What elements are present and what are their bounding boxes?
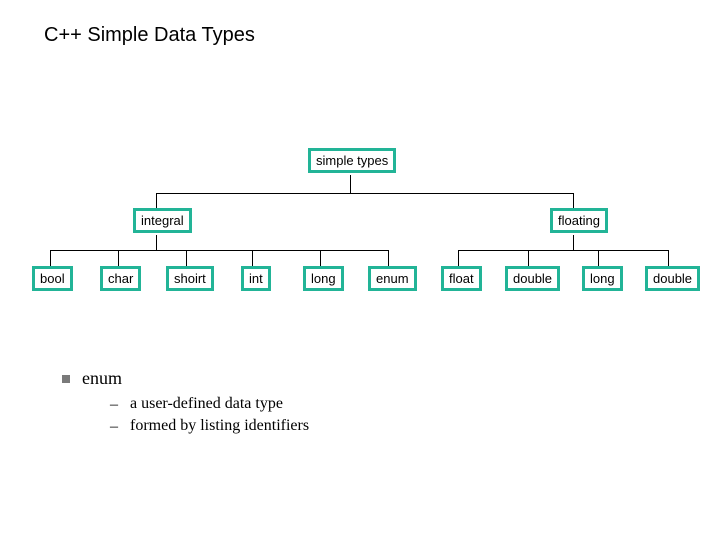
- leaf-label: enum: [371, 269, 414, 288]
- type-tree-diagram: simple types integral floating bool char…: [28, 148, 692, 308]
- leaf-label: float: [444, 269, 479, 288]
- line: [50, 250, 388, 251]
- node-leaf: enum: [368, 266, 417, 291]
- line: [320, 250, 321, 266]
- leaf-label: double: [508, 269, 557, 288]
- line: [458, 250, 459, 266]
- line: [573, 193, 574, 208]
- node-root: simple types: [308, 148, 396, 173]
- leaf-label: long: [306, 269, 341, 288]
- node-floating: floating: [550, 208, 608, 233]
- node-leaf: shoirt: [166, 266, 214, 291]
- leaf-label: long: [585, 269, 620, 288]
- line: [458, 250, 668, 251]
- node-leaf: long: [303, 266, 344, 291]
- node-integral-label: integral: [136, 211, 189, 230]
- bullet-l2-text: formed by listing identifiers: [130, 417, 309, 435]
- node-root-label: simple types: [311, 151, 393, 170]
- line: [668, 250, 669, 266]
- line: [350, 175, 351, 193]
- line: [118, 250, 119, 266]
- line: [573, 235, 574, 250]
- leaf-label: shoirt: [169, 269, 211, 288]
- node-leaf: char: [100, 266, 141, 291]
- bullet-l2-item: – formed by listing identifiers: [110, 417, 309, 437]
- line: [156, 193, 574, 194]
- leaf-label: bool: [35, 269, 70, 288]
- line: [50, 250, 51, 266]
- dash-bullet-icon: –: [110, 417, 118, 437]
- line: [156, 193, 157, 208]
- bullet-l1: enum: [62, 368, 309, 389]
- node-integral: integral: [133, 208, 192, 233]
- line: [388, 250, 389, 266]
- bullet-list: enum – a user-defined data type – formed…: [62, 368, 309, 439]
- bullet-l2-text: a user-defined data type: [130, 395, 283, 413]
- node-leaf: float: [441, 266, 482, 291]
- square-bullet-icon: [62, 375, 70, 383]
- node-leaf: int: [241, 266, 271, 291]
- line: [528, 250, 529, 266]
- node-leaf: double: [645, 266, 700, 291]
- leaf-label: double: [648, 269, 697, 288]
- line: [186, 250, 187, 266]
- leaf-label: char: [103, 269, 138, 288]
- slide-title: C++ Simple Data Types: [44, 24, 255, 47]
- leaf-label: int: [244, 269, 268, 288]
- bullet-l2-group: – a user-defined data type – formed by l…: [110, 395, 309, 437]
- node-floating-label: floating: [553, 211, 605, 230]
- bullet-l2-item: – a user-defined data type: [110, 395, 309, 415]
- bullet-l1-text: enum: [82, 368, 122, 389]
- node-leaf: long: [582, 266, 623, 291]
- node-leaf: double: [505, 266, 560, 291]
- node-leaf: bool: [32, 266, 73, 291]
- line: [598, 250, 599, 266]
- line: [252, 250, 253, 266]
- dash-bullet-icon: –: [110, 395, 118, 415]
- line: [156, 235, 157, 250]
